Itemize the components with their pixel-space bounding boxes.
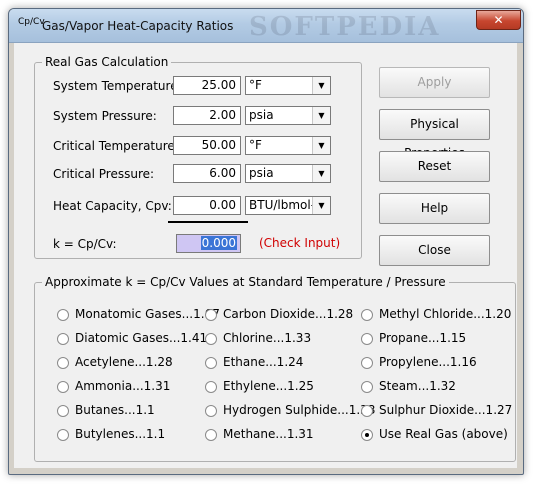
title-bar[interactable]: Cp/Cv Gas/Vapor Heat-Capacity Ratios SOF… <box>9 9 523 43</box>
app-icon: Cp/Cv <box>18 17 45 27</box>
gas-option-label[interactable]: Methane...1.31 <box>223 427 314 441</box>
fraction-separator <box>168 221 248 223</box>
system-temperature-unit: °F <box>249 78 262 92</box>
critical-temperature-label: Critical Temperature: <box>53 139 179 153</box>
gas-option-radio[interactable] <box>205 357 217 369</box>
chevron-down-icon[interactable]: ▼ <box>312 165 330 182</box>
system-pressure-label: System Pressure: <box>53 109 157 123</box>
approximate-k-legend: Approximate k = Cp/Cv Values at Standard… <box>45 275 446 289</box>
gas-option-label[interactable]: Butylenes...1.1 <box>75 427 165 441</box>
critical-temperature-input[interactable]: 50.00 <box>173 136 241 155</box>
gas-option-label[interactable]: Sulphur Dioxide...1.27 <box>379 403 512 417</box>
physical-properties-button[interactable]: Physical Properties <box>379 109 490 160</box>
gas-option-label[interactable]: Ethane...1.24 <box>223 355 303 369</box>
close-button-label: Close <box>418 243 451 257</box>
critical-temperature-unit: °F <box>249 138 262 152</box>
chevron-down-icon[interactable]: ▼ <box>312 107 330 124</box>
critical-temperature-unit-select[interactable]: °F ▼ <box>245 136 331 155</box>
help-button-label: Help <box>420 201 449 215</box>
k-ratio-output: 0.000 <box>176 234 241 253</box>
gas-option-radio[interactable] <box>205 429 217 441</box>
gas-option-label[interactable]: Ammonia...1.31 <box>75 379 170 393</box>
system-temperature-input[interactable]: 25.00 <box>173 76 241 95</box>
gas-option-label[interactable]: Hydrogen Sulphide...1.33 <box>223 403 375 417</box>
critical-pressure-unit: psia <box>249 166 274 180</box>
watermark: SOFTPEDIA <box>249 12 441 42</box>
gas-option-radio[interactable] <box>361 309 373 321</box>
system-pressure-unit-select[interactable]: psia ▼ <box>245 106 331 125</box>
k-ratio-label: k = Cp/Cv: <box>53 237 117 251</box>
k-ratio-value: 0.000 <box>200 236 237 250</box>
gas-option-radio[interactable] <box>205 309 217 321</box>
gas-option-label[interactable]: Methyl Chloride...1.20 <box>379 307 511 321</box>
critical-pressure-unit-select[interactable]: psia ▼ <box>245 164 331 183</box>
heat-capacity-label: Heat Capacity, Cpv: <box>53 199 172 213</box>
real-gas-legend: Real Gas Calculation <box>45 55 169 69</box>
dialog-window: Cp/Cv Gas/Vapor Heat-Capacity Ratios SOF… <box>8 8 524 475</box>
chevron-down-icon[interactable]: ▼ <box>312 137 330 154</box>
gas-option-radio[interactable] <box>57 381 69 393</box>
chevron-down-icon[interactable]: ▼ <box>312 77 330 94</box>
system-pressure-unit: psia <box>249 108 274 122</box>
help-button[interactable]: Help <box>379 193 490 224</box>
gas-option-radio[interactable] <box>361 381 373 393</box>
gas-option-radio[interactable] <box>205 381 217 393</box>
gas-option-label[interactable]: Diatomic Gases...1.41 <box>75 331 207 345</box>
gas-option-radio[interactable] <box>57 333 69 345</box>
dialog-client: Real Gas Calculation System Temperature:… <box>14 43 517 468</box>
gas-option-label[interactable]: Carbon Dioxide...1.28 <box>223 307 353 321</box>
gas-option-radio[interactable] <box>361 429 373 441</box>
gas-option-label[interactable]: Propylene...1.16 <box>379 355 477 369</box>
window-title: Gas/Vapor Heat-Capacity Ratios <box>42 19 234 33</box>
system-pressure-input[interactable]: 2.00 <box>173 106 241 125</box>
gas-option-label[interactable]: Butanes...1.1 <box>75 403 155 417</box>
reset-button[interactable]: Reset <box>379 151 490 182</box>
gas-option-radio[interactable] <box>361 357 373 369</box>
critical-pressure-input[interactable]: 6.00 <box>173 164 241 183</box>
system-temperature-unit-select[interactable]: °F ▼ <box>245 76 331 95</box>
chevron-down-icon[interactable]: ▼ <box>312 197 330 214</box>
heat-capacity-unit-select[interactable]: BTU/lbmol-°R ▼ <box>245 196 331 215</box>
gas-option-radio[interactable] <box>205 333 217 345</box>
gas-option-label[interactable]: Use Real Gas (above) <box>379 427 508 441</box>
close-window-button[interactable]: ✕ <box>476 10 521 30</box>
gas-option-radio[interactable] <box>57 429 69 441</box>
gas-option-label[interactable]: Chlorine...1.33 <box>223 331 311 345</box>
check-input-warning: (Check Input) <box>259 236 341 250</box>
close-button[interactable]: Close <box>379 235 490 266</box>
gas-option-radio[interactable] <box>205 405 217 417</box>
apply-button[interactable]: Apply <box>379 67 490 98</box>
system-temperature-label: System Temperature: <box>53 79 182 93</box>
gas-option-label[interactable]: Propane...1.15 <box>379 331 466 345</box>
gas-option-radio[interactable] <box>361 405 373 417</box>
gas-option-label[interactable]: Steam...1.32 <box>379 379 456 393</box>
gas-option-radio[interactable] <box>361 333 373 345</box>
gas-option-label[interactable]: Monatomic Gases...1.67 <box>75 307 220 321</box>
heat-capacity-input[interactable]: 0.00 <box>173 196 241 215</box>
critical-pressure-label: Critical Pressure: <box>53 167 155 181</box>
gas-option-radio[interactable] <box>57 357 69 369</box>
close-icon: ✕ <box>493 13 504 27</box>
gas-option-label[interactable]: Acetylene...1.28 <box>75 355 173 369</box>
apply-button-label: Apply <box>417 75 452 89</box>
reset-button-label: Reset <box>417 159 452 173</box>
gas-option-radio[interactable] <box>57 309 69 321</box>
gas-option-radio[interactable] <box>57 405 69 417</box>
gas-option-label[interactable]: Ethylene...1.25 <box>223 379 314 393</box>
